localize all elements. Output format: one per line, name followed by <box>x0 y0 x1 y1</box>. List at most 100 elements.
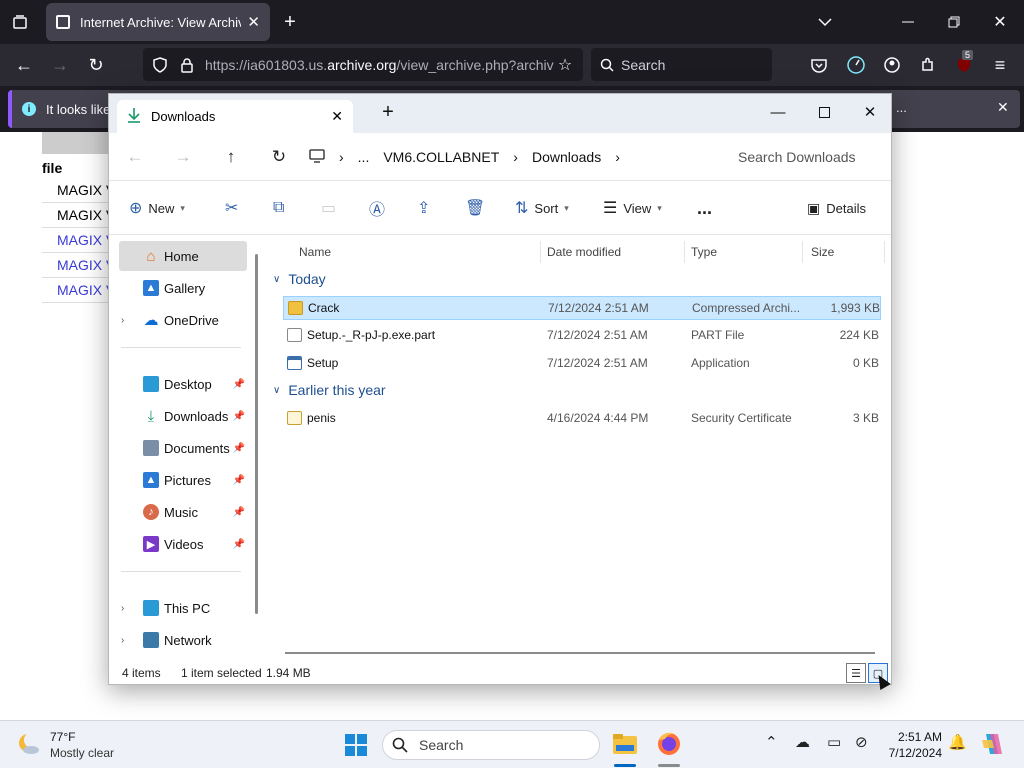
display-icon[interactable]: ▭ <box>827 733 841 751</box>
table-row-link[interactable]: MAGIX V <box>42 253 112 278</box>
menu-icon[interactable]: ≡ <box>990 55 1010 75</box>
extensions-icon[interactable] <box>918 55 938 75</box>
nav-item-desktop[interactable]: Desktop 📌 <box>119 369 247 399</box>
details-view-icon[interactable]: ☰ <box>846 663 866 683</box>
copilot-icon[interactable] <box>980 732 1004 756</box>
group-header-earlier-this-year[interactable]: ∨ Earlier this year <box>273 378 386 402</box>
notification-bell-icon[interactable]: 🔔 <box>948 733 967 751</box>
refresh-icon[interactable]: ↻ <box>265 143 293 171</box>
restore-icon[interactable] <box>944 12 964 32</box>
close-tab-icon[interactable]: ✕ <box>247 13 260 31</box>
close-window-icon[interactable]: ✕ <box>847 98 893 126</box>
file-row[interactable]: Setup.-_R-pJ-p.exe.part 7/12/2024 2:51 A… <box>283 324 881 348</box>
nav-item-home[interactable]: ⌂ Home <box>119 241 247 271</box>
firefox-taskbar-icon[interactable] <box>656 731 682 757</box>
nav-item-videos[interactable]: ▶ Videos 📌 <box>119 529 247 559</box>
browser-search-input[interactable]: Search <box>591 48 772 81</box>
forward-icon[interactable]: → <box>169 143 197 171</box>
taskbar-search-input[interactable]: Search <box>382 730 600 760</box>
expand-chevron-icon[interactable]: › <box>121 635 124 646</box>
chevron-down-icon[interactable] <box>815 12 835 32</box>
sort-button[interactable]: ⇅ Sort ▾ <box>515 195 569 221</box>
pocket-icon[interactable] <box>809 55 829 75</box>
nav-item-music[interactable]: ♪ Music 📌 <box>119 497 247 527</box>
nav-item-documents[interactable]: Documents 📌 <box>119 433 247 463</box>
new-tab-icon[interactable]: + <box>280 11 300 33</box>
browser-tab-active[interactable]: Internet Archive: View Archive ✕ <box>46 3 270 41</box>
column-header-size[interactable]: Size <box>803 241 885 263</box>
windows-start-icon[interactable] <box>344 733 368 757</box>
weather-moon-icon[interactable] <box>16 731 42 757</box>
cloud-offline-icon[interactable]: ☁ <box>795 733 810 751</box>
delete-button[interactable]: 🗑 <box>465 195 485 221</box>
cut-button[interactable]: ✂ <box>225 195 238 221</box>
file-size: 224 KB <box>839 328 879 342</box>
expand-chevron-icon[interactable]: › <box>121 603 124 614</box>
rename-button[interactable]: Ⓐ <box>369 195 385 221</box>
table-row-link[interactable]: MAGIX V <box>42 228 112 253</box>
account-icon[interactable] <box>882 55 902 75</box>
weather-temperature[interactable]: 77°F <box>50 730 75 744</box>
close-tab-icon[interactable]: ✕ <box>331 108 343 125</box>
nav-item-network[interactable]: › Network <box>119 625 247 655</box>
file-row[interactable]: penis 4/16/2024 4:44 PM Security Certifi… <box>283 407 881 431</box>
explorer-tab-downloads[interactable]: Downloads ✕ <box>117 100 353 133</box>
nav-scrollbar[interactable] <box>255 254 258 614</box>
weather-description[interactable]: Mostly clear <box>50 746 114 760</box>
breadcrumb-current[interactable]: Downloads <box>532 149 601 165</box>
details-pane-button[interactable]: ▣ Details <box>807 195 866 221</box>
group-header-today[interactable]: ∨ Today <box>273 267 326 291</box>
clock-date[interactable]: 7/12/2024 <box>876 746 942 760</box>
column-header-type[interactable]: Type <box>683 241 803 263</box>
back-icon[interactable]: ← <box>14 55 34 75</box>
paste-button[interactable]: ▭ <box>321 195 336 221</box>
file-explorer-taskbar-icon[interactable] <box>612 731 638 757</box>
view-button[interactable]: ☰ View ▾ <box>603 195 662 221</box>
notification-more-button[interactable]: ... <box>896 100 907 115</box>
breadcrumb-overflow[interactable]: ... <box>358 149 370 165</box>
breadcrumb-root[interactable]: VM6.COLLABNET <box>383 149 499 165</box>
tab-list-icon[interactable] <box>10 12 30 32</box>
new-button[interactable]: ⊕ New ▾ <box>129 195 185 221</box>
expand-chevron-icon[interactable]: › <box>121 315 124 326</box>
file-type: Application <box>691 356 750 370</box>
network-status-icon[interactable]: ⊘ <box>855 733 868 751</box>
nav-item-downloads[interactable]: ⤓ Downloads 📌 <box>119 401 247 431</box>
column-header-date-modified[interactable]: Date modified <box>539 241 685 263</box>
minimize-icon[interactable] <box>898 12 918 32</box>
horizontal-scrollbar[interactable] <box>285 652 875 654</box>
back-icon[interactable]: ← <box>121 143 149 171</box>
chevron-up-icon[interactable]: ⌃ <box>765 733 778 751</box>
file-name: penis <box>307 411 336 425</box>
notification-text: It looks like <box>46 101 111 117</box>
table-row-link[interactable]: MAGIX V <box>42 278 112 303</box>
archive-favicon-icon <box>56 15 70 29</box>
lock-icon[interactable] <box>177 55 197 75</box>
breadcrumb[interactable]: › ... VM6.COLLABNET › Downloads › <box>309 141 715 173</box>
share-button[interactable]: ⇪ <box>417 195 430 221</box>
maximize-icon[interactable] <box>801 98 847 126</box>
see-more-button[interactable]: ... <box>697 195 712 221</box>
copy-button[interactable]: ⧉ <box>273 195 284 221</box>
speed-dial-icon[interactable] <box>845 54 867 76</box>
nav-item-label: Gallery <box>164 280 206 296</box>
up-icon[interactable]: ↑ <box>217 143 245 171</box>
close-window-icon[interactable]: ✕ <box>990 12 1010 32</box>
url-bar[interactable]: https://ia601803.us. archive.org/view_arc… <box>143 48 583 81</box>
reload-icon[interactable]: ↻ <box>86 55 106 75</box>
nav-item-gallery[interactable]: ▲ Gallery <box>119 273 247 303</box>
file-row[interactable]: Setup 7/12/2024 2:51 AM Application 0 KB <box>283 352 881 376</box>
minimize-icon[interactable]: — <box>755 98 801 126</box>
file-row[interactable]: Crack 7/12/2024 2:51 AM Compressed Archi… <box>283 296 881 320</box>
column-header-name[interactable]: Name <box>291 241 541 263</box>
forward-icon[interactable]: → <box>50 55 70 75</box>
close-notification-icon[interactable]: ✕ <box>997 99 1009 116</box>
new-tab-icon[interactable]: + <box>365 98 411 126</box>
nav-item-this-pc[interactable]: › This PC <box>119 593 247 623</box>
shield-icon[interactable] <box>150 55 170 75</box>
bookmark-star-icon[interactable]: ☆ <box>555 55 575 75</box>
nav-item-pictures[interactable]: ▲ Pictures 📌 <box>119 465 247 495</box>
explorer-search-input[interactable]: Search Downloads <box>724 141 890 173</box>
nav-item-onedrive[interactable]: › ☁ OneDrive <box>119 305 247 335</box>
clock-time[interactable]: 2:51 AM <box>880 730 942 744</box>
